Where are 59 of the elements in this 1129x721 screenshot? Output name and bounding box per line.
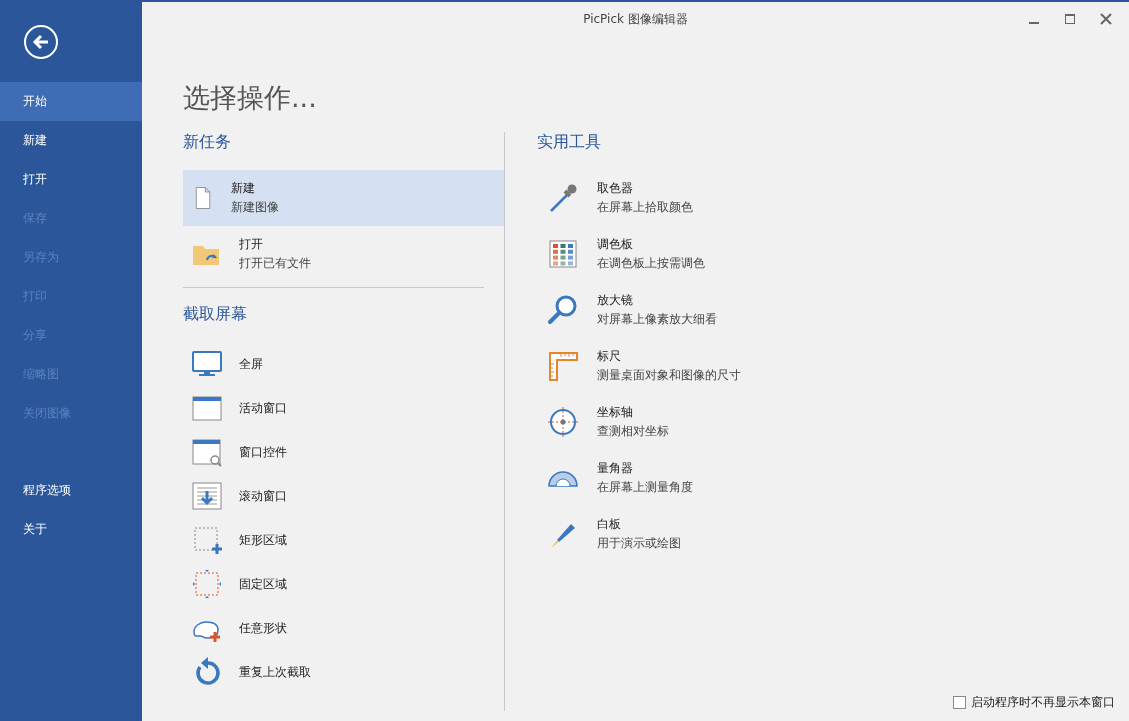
- capture-item[interactable]: 固定区域: [183, 562, 504, 606]
- tool-label: 放大镜: [597, 292, 634, 309]
- section-title: 新任务: [183, 132, 232, 153]
- back-arrow-icon: [31, 32, 51, 52]
- window-title: PicPick 图像编辑器: [583, 10, 688, 28]
- task-description: 新建图像: [231, 199, 279, 216]
- capture-item[interactable]: 活动窗口: [183, 386, 504, 430]
- capture-item[interactable]: 窗口控件: [183, 430, 504, 474]
- checkbox[interactable]: [953, 696, 966, 709]
- tool-item[interactable]: 调色板 在调色板上按需调色: [537, 226, 741, 282]
- capture-item[interactable]: 全屏: [183, 342, 504, 386]
- tool-label: 标尺: [597, 348, 622, 365]
- sidebar-item[interactable]: 新建: [0, 121, 142, 160]
- capture-item[interactable]: 重复上次截取: [183, 650, 504, 694]
- magnifier-icon: [547, 294, 579, 326]
- task-item[interactable]: 新建 新建图像: [183, 170, 504, 226]
- scroll-window-icon: [191, 480, 223, 512]
- fixed-region-icon: [191, 568, 223, 600]
- tool-label: 坐标轴: [597, 404, 634, 421]
- tool-description: 在屏幕上测量角度: [597, 479, 693, 496]
- sidebar-item[interactable]: 开始: [0, 82, 142, 121]
- maximize-icon: [1064, 13, 1076, 25]
- tool-label: 取色器: [597, 180, 634, 197]
- capture-item[interactable]: 矩形区域: [183, 518, 504, 562]
- tool-description: 测量桌面对象和图像的尺寸: [597, 367, 741, 384]
- section-title: 截取屏幕: [183, 304, 248, 325]
- palette-grid-icon: [547, 238, 579, 270]
- capture-item[interactable]: 任意形状: [183, 606, 504, 650]
- sidebar-item[interactable]: 关于: [0, 510, 142, 549]
- back-button[interactable]: [24, 25, 58, 59]
- tool-item[interactable]: 放大镜 对屏幕上像素放大细看: [537, 282, 741, 338]
- tool-description: 对屏幕上像素放大细看: [597, 311, 717, 328]
- tool-description: 查测相对坐标: [597, 423, 669, 440]
- capture-item[interactable]: 滚动窗口: [183, 474, 504, 518]
- sidebar-item[interactable]: 打开: [0, 160, 142, 199]
- section-title: 实用工具: [537, 132, 602, 153]
- crosshair-icon: [547, 406, 579, 438]
- close-icon: [1100, 13, 1112, 25]
- tool-item[interactable]: 白板 用于演示或绘图: [537, 506, 741, 562]
- tool-label: 量角器: [597, 460, 634, 477]
- window-search-icon: [191, 436, 223, 468]
- tool-item[interactable]: 坐标轴 查测相对坐标: [537, 394, 741, 450]
- task-description: 打开已有文件: [239, 255, 311, 272]
- tool-item[interactable]: 取色器 在屏幕上拾取颜色: [537, 170, 741, 226]
- dashed-rectangle-icon: [191, 524, 223, 556]
- tool-description: 在屏幕上拾取颜色: [597, 199, 693, 216]
- tool-item[interactable]: 标尺 测量桌面对象和图像的尺寸: [537, 338, 741, 394]
- task-label: 新建: [231, 180, 256, 197]
- task-item[interactable]: 打开 打开已有文件: [183, 226, 504, 282]
- task-label: 打开: [239, 236, 264, 253]
- tool-label: 调色板: [597, 236, 634, 253]
- minimize-icon: [1029, 22, 1039, 24]
- tool-description: 在调色板上按需调色: [597, 255, 705, 272]
- sidebar-item[interactable]: 程序选项: [0, 471, 142, 510]
- tool-label: 白板: [597, 516, 622, 533]
- tool-item[interactable]: 量角器 在屏幕上测量角度: [537, 450, 741, 506]
- tool-description: 用于演示或绘图: [597, 535, 681, 552]
- page-heading: 选择操作...: [182, 81, 318, 115]
- ruler-icon: [547, 350, 579, 382]
